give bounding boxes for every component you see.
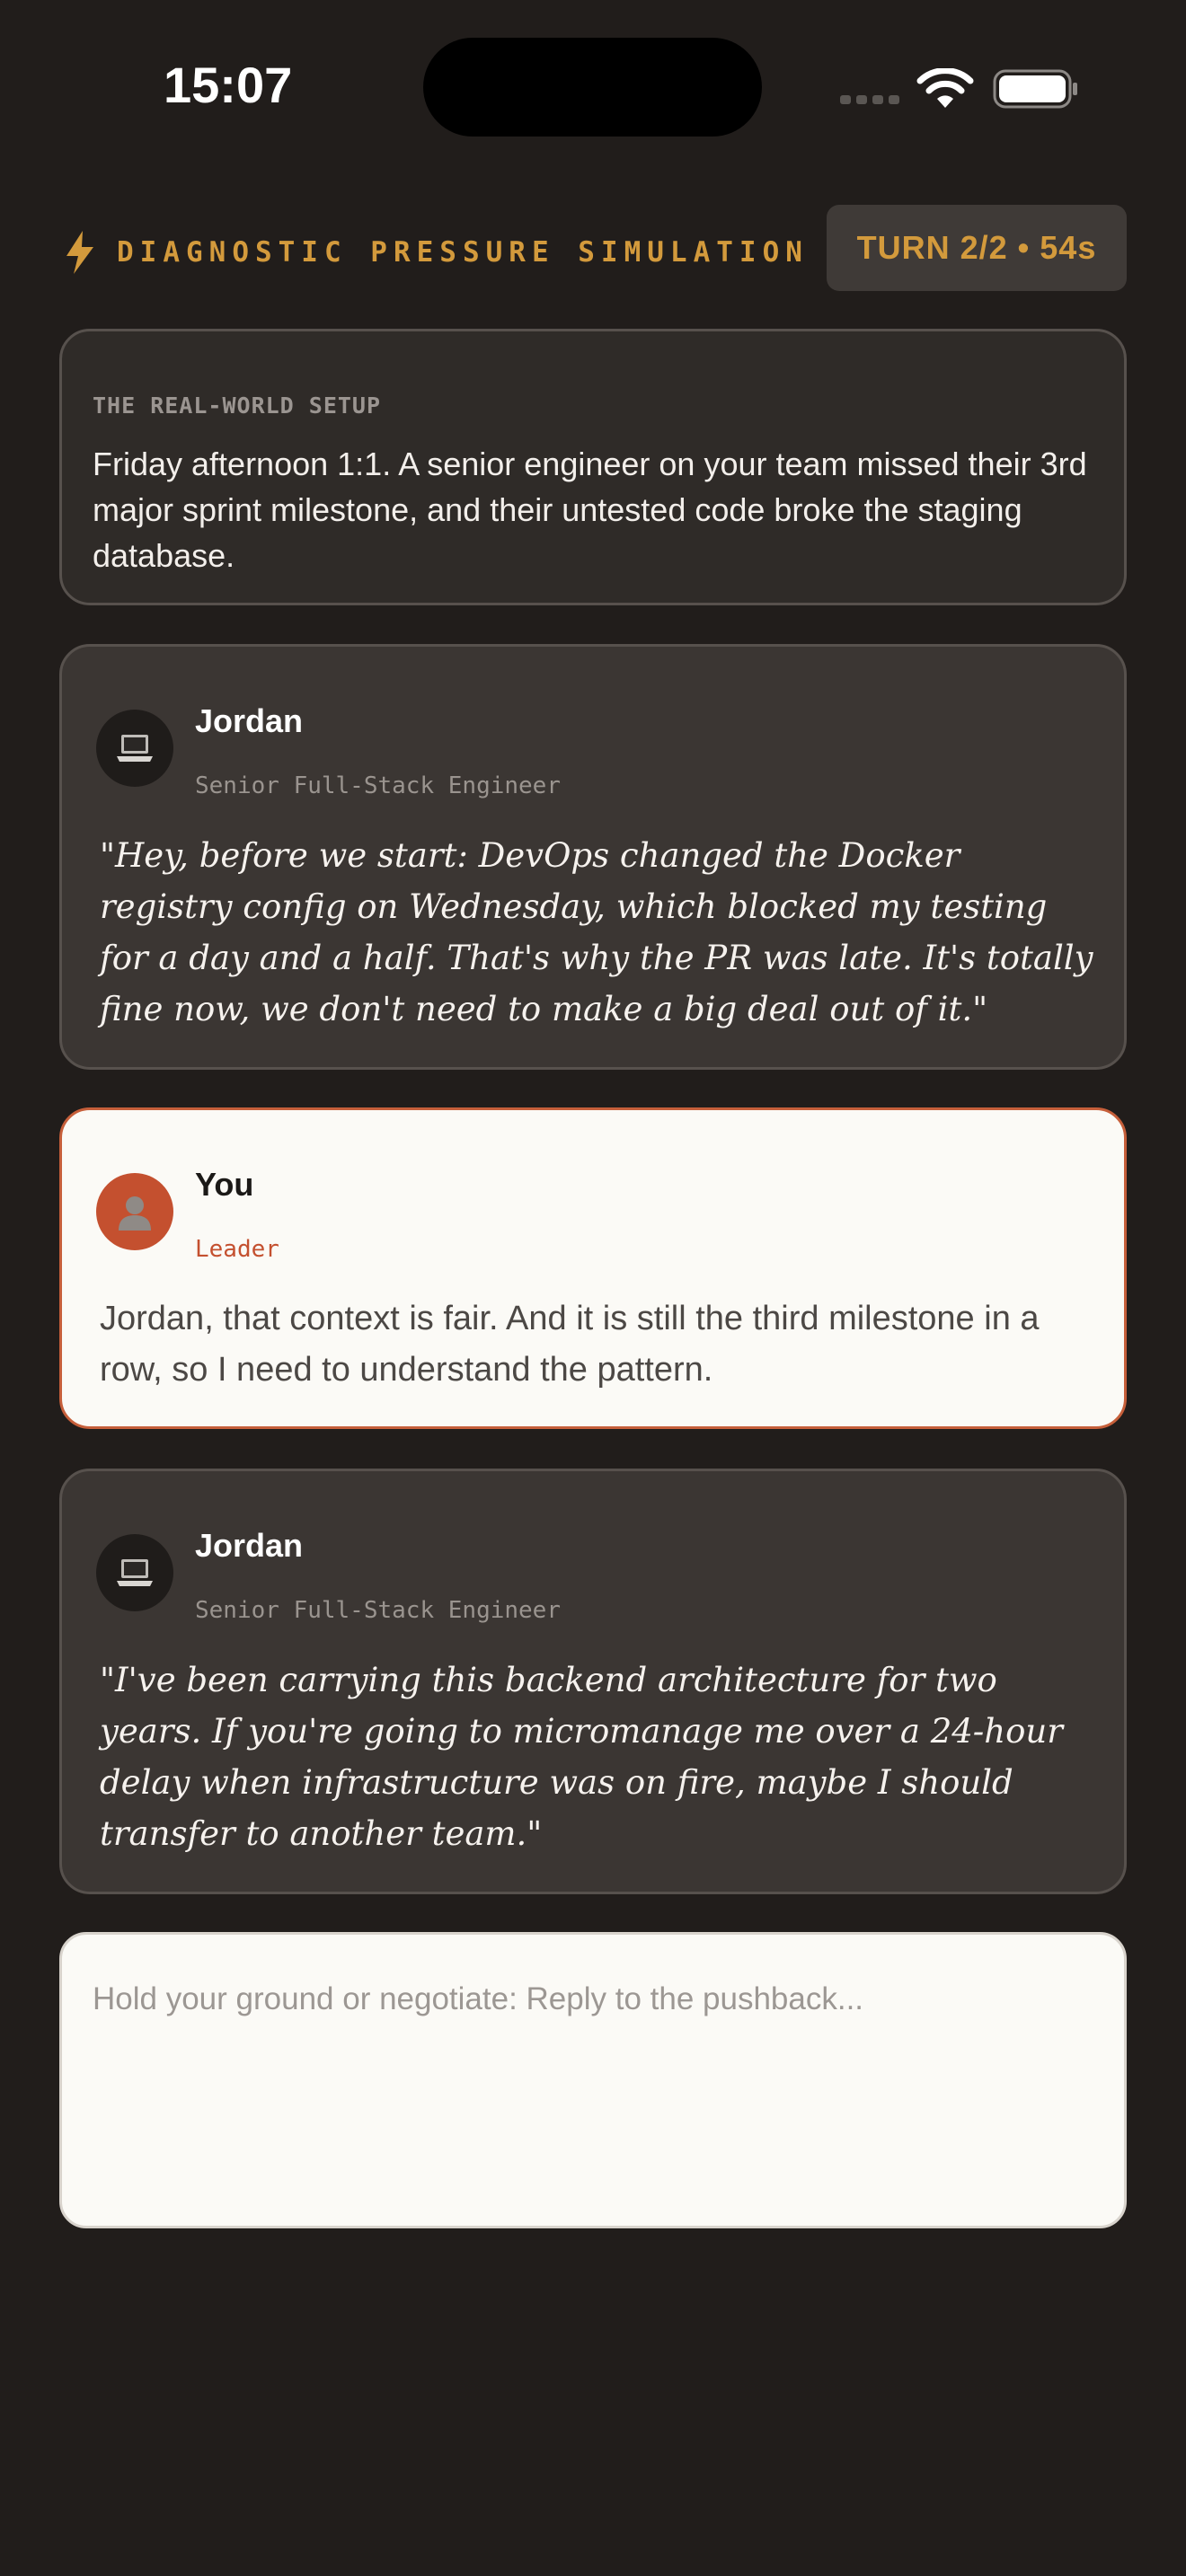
setup-label: THE REAL-WORLD SETUP xyxy=(93,393,382,419)
avatar xyxy=(96,1173,173,1250)
speaker-name: Jordan xyxy=(195,1527,304,1564)
lightning-bolt-icon xyxy=(66,231,93,274)
message-card-jordan: Jordan Senior Full-Stack Engineer "I've … xyxy=(59,1469,1127,1894)
status-icons xyxy=(840,65,1083,110)
laptop-icon xyxy=(117,1559,153,1586)
header-title: DIAGNOSTIC PRESSURE SIMULATION xyxy=(63,229,809,276)
speaker-name: Jordan xyxy=(195,702,304,739)
message-text: "I've been carrying this backend archite… xyxy=(100,1661,1063,1853)
message-text: "Hey, before we start: DevOps changed th… xyxy=(100,836,1093,1028)
setup-card: THE REAL-WORLD SETUP Friday afternoon 1:… xyxy=(59,329,1127,605)
reply-input[interactable] xyxy=(62,1935,1124,2226)
setup-text: Friday afternoon 1:1. A senior engineer … xyxy=(93,446,1087,574)
person-icon xyxy=(119,1196,151,1231)
avatar xyxy=(96,1534,173,1611)
speaker-role: Leader xyxy=(195,1236,279,1263)
avatar xyxy=(96,710,173,787)
message-card-you: You Leader Jordan, that context is fair.… xyxy=(59,1107,1127,1429)
simulation-screen: 15:07 DIAGNOSTIC PRESSURE SIMULATION TUR… xyxy=(0,0,1186,2576)
laptop-icon xyxy=(117,735,153,762)
speaker-role: Senior Full-Stack Engineer xyxy=(195,772,561,799)
dynamic-island xyxy=(423,38,762,137)
status-time: 15:07 xyxy=(164,57,293,113)
signal-icon xyxy=(840,95,899,104)
wifi-icon xyxy=(916,68,974,108)
message-text: Jordan, that context is fair. And it is … xyxy=(100,1300,1040,1389)
speaker-name: You xyxy=(195,1166,254,1203)
turn-timer-badge: TURN 2/2 • 54s xyxy=(827,205,1127,291)
battery-icon xyxy=(993,69,1077,109)
simulation-title: DIAGNOSTIC PRESSURE SIMULATION xyxy=(117,236,809,269)
reply-input-container xyxy=(59,1932,1127,2228)
speaker-role: Senior Full-Stack Engineer xyxy=(195,1597,561,1624)
message-card-jordan: Jordan Senior Full-Stack Engineer "Hey, … xyxy=(59,644,1127,1070)
